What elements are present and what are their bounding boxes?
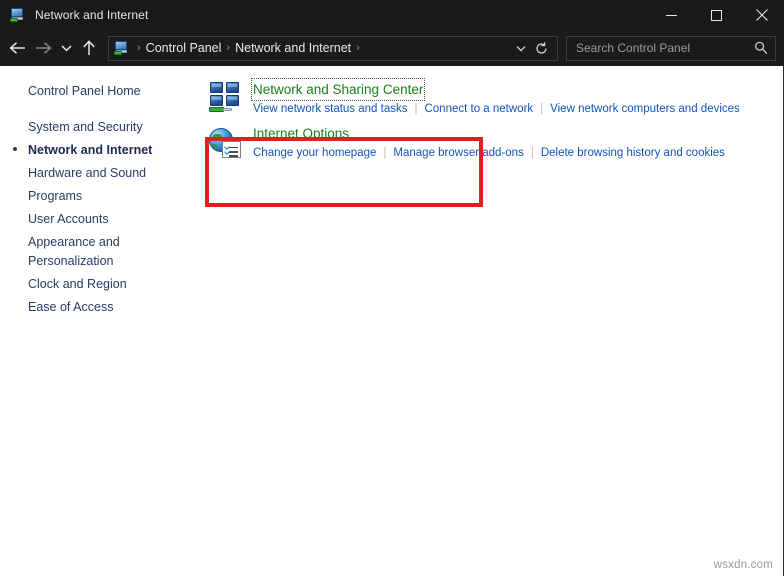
window-title: Network and Internet — [35, 8, 149, 22]
forward-arrow-icon[interactable] — [30, 33, 56, 63]
category-network-and-sharing-center: Network and Sharing Center View network … — [200, 78, 783, 118]
maximize-icon[interactable] — [694, 0, 739, 30]
search-input[interactable]: Search Control Panel — [576, 41, 754, 55]
link-separator: | — [540, 103, 544, 115]
sidebar-item-system-and-security[interactable]: System and Security — [0, 116, 200, 139]
internet-options-icon — [209, 126, 241, 158]
network-computer-icon — [10, 7, 26, 23]
category-text-block: Network and Sharing Center View network … — [250, 78, 783, 118]
link-separator: | — [414, 103, 418, 115]
watermark: wsxdn.com — [713, 559, 773, 571]
breadcrumb-separator: › — [226, 41, 231, 54]
sidebar-item-clock-and-region[interactable]: Clock and Region — [0, 273, 200, 296]
category-text-block: Internet Options Change your homepage | Ma… — [253, 124, 783, 162]
network-sharing-center-icon — [209, 82, 241, 114]
breadcrumb-control-panel[interactable]: Control Panel — [146, 41, 222, 55]
sidebar-item-programs[interactable]: Programs — [0, 185, 200, 208]
control-panel-sidebar: Control Panel Home System and Security N… — [0, 66, 200, 576]
refresh-icon[interactable] — [531, 38, 551, 58]
connect-to-a-network-link[interactable]: Connect to a network — [424, 103, 533, 115]
sidebar-item-control-panel-home[interactable]: Control Panel Home — [0, 80, 200, 103]
chevron-down-icon[interactable] — [56, 33, 76, 63]
sidebar-item-network-and-internet[interactable]: Network and Internet — [0, 139, 200, 162]
category-internet-options: Internet Options Change your homepage | Ma… — [200, 124, 783, 162]
manage-browser-add-ons-link[interactable]: Manage browser add-ons — [393, 147, 523, 159]
network-and-sharing-center-link[interactable]: Network and Sharing Center — [250, 78, 426, 101]
window-body: Control Panel Home System and Security N… — [0, 66, 784, 576]
link-separator: | — [530, 147, 534, 159]
navigation-toolbar: › Control Panel › Network and Internet ›… — [0, 30, 784, 66]
sidebar-item-ease-of-access[interactable]: Ease of Access — [0, 296, 200, 319]
title-bar: Network and Internet — [0, 0, 784, 30]
view-network-computers-and-devices-link[interactable]: View network computers and devices — [550, 103, 740, 115]
view-network-status-and-tasks-link[interactable]: View network status and tasks — [253, 103, 407, 115]
delete-browsing-history-and-cookies-link[interactable]: Delete browsing history and cookies — [541, 147, 725, 159]
back-arrow-icon[interactable] — [4, 33, 30, 63]
address-bar[interactable]: › Control Panel › Network and Internet › — [108, 35, 558, 61]
address-network-computer-icon — [114, 40, 130, 56]
change-your-homepage-link[interactable]: Change your homepage — [253, 147, 376, 159]
breadcrumb-separator: › — [137, 41, 141, 54]
sidebar-item-appearance-and-personalization[interactable]: Appearance and Personalization — [0, 231, 120, 273]
close-icon[interactable] — [739, 0, 784, 30]
link-separator: | — [383, 147, 387, 159]
up-arrow-icon[interactable] — [76, 33, 102, 63]
search-icon[interactable] — [754, 41, 768, 55]
category-sublinks: Change your homepage | Manage browser add-… — [253, 145, 783, 162]
sidebar-item-user-accounts[interactable]: User Accounts — [0, 208, 200, 231]
breadcrumb-separator: › — [356, 41, 360, 54]
minimize-icon[interactable] — [649, 0, 694, 30]
search-control-panel-box[interactable]: Search Control Panel — [566, 35, 776, 61]
category-sublinks: View network status and tasks | Connect to… — [253, 101, 783, 118]
window-controls — [649, 0, 784, 30]
address-chevron-down-icon[interactable] — [511, 38, 531, 58]
category-list: Network and Sharing Center View network … — [200, 66, 783, 576]
internet-options-link[interactable]: Internet Options — [253, 124, 349, 143]
control-panel-window: Network and Internet › Control Panel › N… — [0, 0, 784, 576]
breadcrumb-network-and-internet[interactable]: Network and Internet — [235, 41, 351, 55]
sidebar-item-hardware-and-sound[interactable]: Hardware and Sound — [0, 162, 200, 185]
